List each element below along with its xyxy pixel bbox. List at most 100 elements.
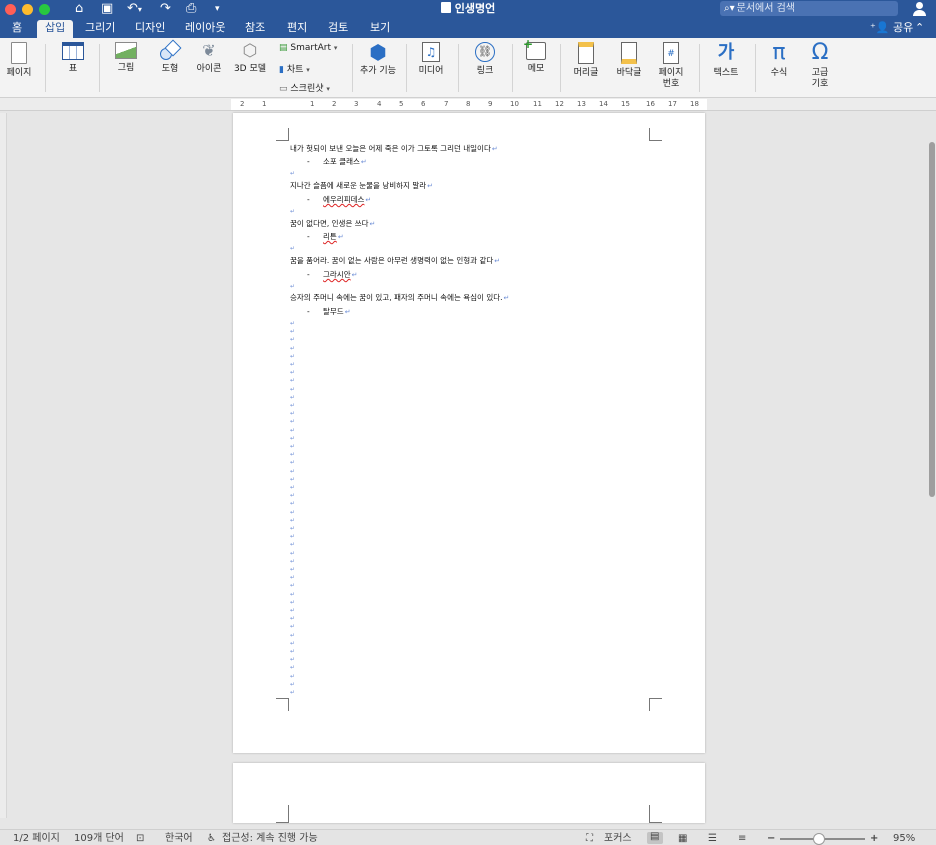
3d-models-button[interactable]: ⬡ 3D 모델 [231,42,269,75]
tab-design[interactable]: 디자인 [131,20,169,36]
chart-button[interactable]: ▮ 차트 ▾ [279,62,310,75]
dash: - [307,195,310,204]
web-layout-view-button[interactable]: ▦ [678,833,687,845]
account-icon[interactable] [912,1,926,17]
quote-line[interactable]: 승자의 주머니 속에는 꿈이 있고, 패자의 주머니 속에는 욕심이 있다.↵ [290,293,509,303]
search-icon: ⌕▾ [724,3,735,14]
tab-mailings[interactable]: 편지 [283,20,311,36]
add-ins-button[interactable]: ⬢ 추가 기능 [358,42,398,77]
page-button[interactable]: 페이지 [5,42,33,79]
shapes-button[interactable]: 도형 [152,39,188,75]
chart-icon: ▮ [279,65,284,75]
paragraph-mark: ↵ [290,170,296,177]
pi-icon: π [772,40,786,65]
share-button[interactable]: ⁺👤 공유 [870,20,913,36]
author-line[interactable]: - 탈무드↵ [307,307,351,317]
quote-line[interactable]: 지나간 슬픔에 새로운 눈물을 낭비하지 말라↵ [290,181,433,191]
icons-icon: ❦ [202,41,216,60]
status-bar: 1/2 페이지 109개 단어 ⊡ 한국어 ♿ 접근성: 계속 진행 가능 ⛶ … [0,829,936,845]
proofing-icon[interactable]: ⊡ [136,833,144,845]
icons-label: 아이콘 [196,64,222,74]
crop-mark [276,805,289,823]
tab-layout[interactable]: 레이아웃 [181,20,229,36]
paragraph-mark: ↵ [290,283,296,290]
header-button[interactable]: 머리글 [568,42,604,79]
ruler-number: 12 [555,100,564,108]
author-line[interactable]: - 리튼↵ [307,232,344,242]
focus-button[interactable]: 포커스 [604,833,632,845]
footer-button[interactable]: 바닥글 [611,42,647,79]
word-doc-icon [440,2,451,13]
media-button[interactable]: ♫ 미디어 [414,42,448,77]
draft-view-button[interactable]: ≡ [738,833,746,845]
quote-line[interactable]: 꿈을 품어라. 꿈이 없는 사람은 아무런 생명력이 없는 인형과 같다↵ [290,256,500,266]
tab-references[interactable]: 참조 [241,20,269,36]
crop-mark [276,128,289,141]
author-line[interactable]: - 소포 클래스↵ [307,157,367,167]
ruler-number: 15 [621,100,630,108]
quote-line[interactable]: 꿈이 없다면, 인생은 쓰다↵ [290,219,375,229]
quote-text: 꿈을 품어라. 꿈이 없는 사람은 아무런 생명력이 없는 인형과 같다 [290,256,494,265]
table-button[interactable]: 표 [55,42,91,75]
ribbon-tabs: 홈 삽입 그리기 디자인 레이아웃 참조 편지 검토 보기 ⁺👤 공유 ⌃ [0,18,936,38]
search-placeholder: 문서에서 검색 [736,3,796,14]
page-count[interactable]: 1/2 페이지 [13,833,60,845]
document-page-1[interactable]: 내가 헛되이 보낸 오늘은 어제 죽은 이가 그토록 그리던 내일이다↵ - 소포… [233,113,705,753]
language-indicator[interactable]: 한국어 [165,833,193,845]
ruler-number: 18 [690,100,699,108]
ruler-number: 4 [377,100,382,108]
author-text: 그라시안 [323,270,351,279]
print-layout-view-button[interactable]: ▤ [647,831,663,844]
chart-label: 차트 [286,65,304,75]
symbol-button[interactable]: Ω 고급 기호 [805,42,835,90]
icons-button[interactable]: ❦ 아이콘 [194,42,224,75]
text-button[interactable]: 가 텍스트 [707,42,745,79]
ruler-number: 14 [599,100,608,108]
comment-button[interactable]: + 메모 [520,37,552,75]
crop-mark [649,128,662,141]
footer-icon [621,42,637,64]
tab-review[interactable]: 검토 [324,20,352,36]
smartart-label: SmartArt [290,43,332,53]
document-page-2[interactable] [233,763,705,823]
table-label: 표 [68,64,78,74]
equation-button[interactable]: π 수식 [763,42,795,79]
zoom-level[interactable]: 95% [893,833,915,845]
quote-text: 꿈이 없다면, 인생은 쓰다 [290,219,369,228]
link-button[interactable]: ⛓ 링크 [467,42,503,77]
scrollbar-thumb[interactable] [929,142,935,497]
page-icon [11,42,27,64]
screenshot-button[interactable]: ▭ 스크린샷 ▾ [279,81,330,94]
zoom-out-button[interactable]: − [767,833,775,845]
smartart-button[interactable]: ▤ SmartArt ▾ [279,43,337,53]
collapse-ribbon-icon[interactable]: ⌃ [915,20,924,36]
crop-mark [649,698,662,711]
accessibility-status[interactable]: 접근성: 계속 진행 가능 [222,833,318,845]
author-line[interactable]: - 에우리피데스↵ [307,195,371,205]
vertical-ruler[interactable] [0,113,7,818]
table-icon [62,42,84,60]
zoom-slider-knob[interactable] [813,833,825,845]
quote-text: 내가 헛되이 보낸 오늘은 어제 죽은 이가 그토록 그리던 내일이다 [290,144,491,153]
tab-view[interactable]: 보기 [366,20,394,36]
quote-line[interactable]: 내가 헛되이 보낸 오늘은 어제 죽은 이가 그토록 그리던 내일이다↵ [290,144,498,154]
tab-home[interactable]: 홈 [8,20,26,36]
outline-view-button[interactable]: ☰ [708,833,717,845]
quote-text: 승자의 주머니 속에는 꿈이 있고, 패자의 주머니 속에는 욕심이 있다. [290,293,503,302]
pictures-label: 그림 [117,63,135,73]
pictures-button[interactable]: 그림 [108,42,144,74]
link-icon: ⛓ [475,42,495,62]
symbol-label-2: 기호 [811,79,829,89]
page-number-button[interactable]: # 페이지 번호 [653,42,689,90]
dash: - [307,270,310,279]
zoom-in-button[interactable]: + [870,833,878,845]
title-bar: ⌂ ▣ ↶▾ ↷ ⎙ ▾ 인생명언 ⌕▾ 문서에서 검색 [0,0,936,18]
author-line[interactable]: - 그라시안↵ [307,270,357,280]
page-number-label-1: 페이지 [658,68,684,78]
text-icon: 가 [717,42,735,63]
tab-insert[interactable]: 삽입 [37,20,74,38]
word-count[interactable]: 109개 단어 [74,833,124,845]
add-person-icon: ⁺👤 [870,21,890,34]
search-box[interactable]: ⌕▾ 문서에서 검색 [720,1,898,16]
tab-draw[interactable]: 그리기 [81,20,119,36]
